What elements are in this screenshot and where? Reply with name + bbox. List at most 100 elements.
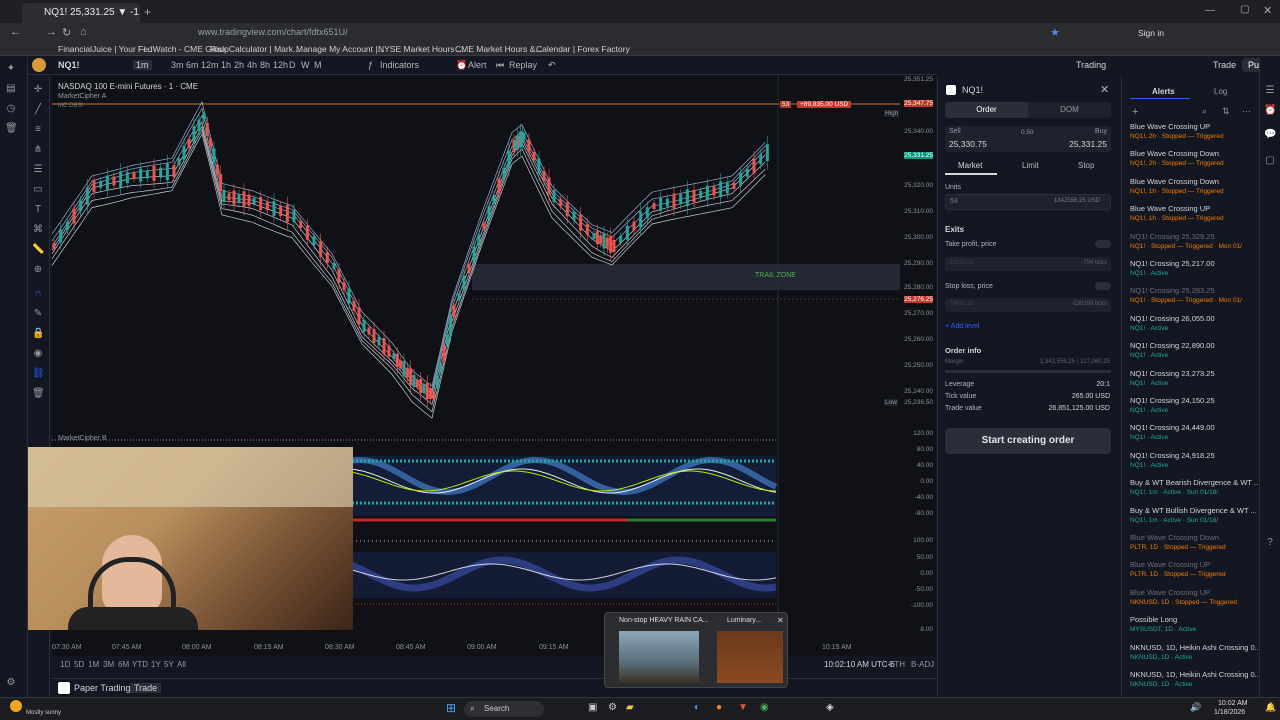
ideas-sidebar-icon[interactable]: ▢ (1264, 155, 1276, 167)
watchlist-sidebar-icon[interactable]: ☰ (1264, 85, 1276, 97)
alert-item[interactable]: Possible Long MYSUSDT, 1D · Active (1130, 615, 1258, 642)
sell-price[interactable]: 25,330.75 (949, 139, 987, 149)
alert-item[interactable]: NQ1! Crossing 24,150.25 NQ1! · Active (1130, 396, 1258, 423)
popup-title-1[interactable]: Non-stop HEAVY RAIN CA... (619, 617, 709, 624)
shape-icon[interactable]: ▭ (32, 184, 44, 196)
alert-item[interactable]: Blue Wave Crossing UP NKNUSD, 1D · Stoppe… (1130, 588, 1258, 615)
replay-button[interactable]: Replay (509, 60, 537, 70)
alert-item[interactable]: Blue Wave Crossing UP NQ1!, 1h · Stopped … (1130, 204, 1258, 231)
interval-1m[interactable]: 1m (133, 60, 152, 70)
crosshair-icon[interactable]: ✛ (32, 84, 44, 96)
tradingview-app-icon[interactable]: ◈ (826, 702, 834, 713)
link-icon[interactable]: ⛓ (32, 368, 45, 380)
bookmark-item[interactable]: Risk Calculator | Mark... (210, 44, 300, 54)
pitchfork-icon[interactable]: ⋔ (32, 144, 44, 156)
pin-icon[interactable]: ✦ (5, 63, 17, 75)
range-ytd[interactable]: YTD (132, 660, 148, 669)
explorer-icon[interactable]: ▰ (626, 702, 634, 713)
alert-item[interactable]: NKNUSD, 1D, Heikin Ashi Crossing 0.... NK… (1130, 643, 1258, 670)
range-1m[interactable]: 1M (88, 660, 99, 669)
alert-item[interactable]: NQ1! Crossing 25,217.00 NQ1! · Active (1130, 259, 1258, 286)
alerts-sidebar-icon[interactable]: ⏰ (1264, 105, 1276, 117)
log-tab[interactable]: Log (1214, 87, 1227, 96)
undo-icon[interactable]: ↶ (548, 60, 556, 71)
alert-item[interactable]: Blue Wave Crossing Down NQ1!, 2h · Stoppe… (1130, 149, 1258, 176)
range-all[interactable]: All (177, 660, 186, 669)
popup-thumbnail-2[interactable] (717, 631, 783, 683)
chrome-icon[interactable]: ◉ (760, 702, 769, 713)
horizontal-lines-icon[interactable]: ≡ (32, 124, 44, 136)
watchlist-icon[interactable]: ▤ (5, 83, 17, 95)
alert-item[interactable]: Blue Wave Crossing Down PLTR, 1D · Stoppe… (1130, 533, 1258, 560)
indicator-legend-b[interactable]: MarketCipher B (58, 435, 107, 442)
trade-tab[interactable]: Trade (130, 683, 162, 693)
zoom-icon[interactable]: ⊕ (32, 264, 44, 276)
trendline-icon[interactable]: ╱ (32, 104, 44, 116)
trash-icon[interactable]: 🗑 (32, 388, 45, 400)
units-input[interactable]: 53 1342556.25 USD (945, 194, 1111, 210)
interval-4h[interactable]: 4h (247, 60, 257, 70)
trading-button[interactable]: Trading (1076, 60, 1106, 70)
more-icon[interactable]: ⋯ (1242, 106, 1251, 117)
take-profit-label[interactable]: Take profit, price (945, 241, 996, 248)
order-type-market[interactable]: Market (958, 161, 982, 170)
alert-item[interactable]: Blue Wave Crossing Down NQ1!, 1h · Stoppe… (1130, 177, 1258, 204)
position-pnl[interactable]: +89,835.00 USD (797, 101, 852, 108)
range-3m[interactable]: 3M (103, 660, 114, 669)
pencil-icon[interactable]: ✎ (32, 308, 44, 320)
avatar[interactable] (32, 58, 46, 72)
interval-d[interactable]: D (289, 60, 296, 70)
alert-item[interactable]: Blue Wave Crossing UP NQ1!, 2h · Stopped … (1130, 122, 1258, 149)
alert-item[interactable]: Blue Wave Crossing UP PLTR, 1D · Stopped … (1130, 560, 1258, 587)
popup-title-2[interactable]: Luminary... (727, 617, 761, 624)
fib-icon[interactable]: ☰ (32, 164, 44, 176)
firefox-icon[interactable]: ● (716, 702, 722, 713)
close-icon[interactable]: ✕ (1263, 4, 1272, 17)
sign-in-button[interactable]: Sign in (1138, 28, 1164, 38)
taskbar-time[interactable]: 10:02 AM (1218, 700, 1248, 707)
settings-icon[interactable]: ⚙ (5, 677, 17, 689)
ruler-icon[interactable]: 📏 (32, 244, 44, 256)
taskbar-date[interactable]: 1/18/2026 (1214, 709, 1245, 716)
star-icon[interactable]: ★ (1050, 26, 1060, 39)
price-axis[interactable]: 25,351.25 25,347.75 High 25,340.00 25,33… (884, 76, 936, 642)
settings-app-icon[interactable]: ⚙ (608, 702, 617, 713)
add-alert-icon[interactable]: + (1132, 106, 1138, 118)
tab-order[interactable]: Order (945, 102, 1028, 118)
sell-label[interactable]: Sell (949, 128, 961, 135)
alert-item[interactable]: NQ1! Crossing 24,449.00 NQ1! · Active (1130, 423, 1258, 450)
back-icon[interactable]: ← (10, 26, 21, 38)
reload-icon[interactable]: ↻ (62, 26, 71, 39)
range-1y[interactable]: 1Y (151, 660, 161, 669)
alert-item[interactable]: Buy & WT Bearish Divergence & WT ... NQ1!… (1130, 478, 1258, 505)
chart-clock[interactable]: 10:02:10 AM UTC-6 (824, 660, 895, 669)
lock-icon[interactable]: 🔒 (32, 328, 44, 340)
interval-2h[interactable]: 2h (234, 60, 244, 70)
paper-trading-tab[interactable]: Paper Trading (74, 683, 131, 693)
pattern-icon[interactable]: ⌘ (32, 224, 44, 236)
buy-price[interactable]: 25,331.25 (1069, 139, 1107, 149)
add-level-button[interactable]: + Add level (945, 323, 979, 330)
interval-6m[interactable]: 6m (186, 60, 199, 70)
eye-icon[interactable]: ◉ (32, 348, 44, 360)
stop-loss-toggle[interactable] (1095, 282, 1111, 290)
session-toggle[interactable]: ETH (889, 660, 905, 669)
alert-item[interactable]: NKNUSD, 1D, Heikin Ashi Crossing 0.... NK… (1130, 670, 1258, 697)
alert-button[interactable]: Alert (468, 60, 487, 70)
home-icon[interactable]: ⌂ (80, 26, 87, 38)
edge-icon[interactable]: ◐ (694, 702, 700, 713)
interval-8h[interactable]: 8h (260, 60, 270, 70)
taskbar-search[interactable]: ⌕ Search (464, 701, 544, 717)
interval-12h[interactable]: 12h (273, 60, 288, 70)
bookmark-item[interactable]: Manage My Account |... (296, 44, 385, 54)
alert-item[interactable]: NQ1! Crossing 25,283.25 NQ1! · Stopped — … (1130, 286, 1258, 313)
weather-icon[interactable] (10, 700, 22, 712)
take-profit-toggle[interactable] (1095, 240, 1111, 248)
interval-3m[interactable]: 3m (171, 60, 184, 70)
alert-item[interactable]: NQ1! Crossing 24,918.25 NQ1! · Active (1130, 451, 1258, 478)
popup-thumbnail-1[interactable] (619, 631, 699, 683)
weather-text[interactable]: Mostly sunny (26, 710, 61, 716)
url-field[interactable]: www.tradingview.com/chart/fdtx651U/ (180, 27, 1020, 40)
range-1d[interactable]: 1D (60, 660, 70, 669)
volume-icon[interactable]: 🔊 (1190, 702, 1201, 713)
